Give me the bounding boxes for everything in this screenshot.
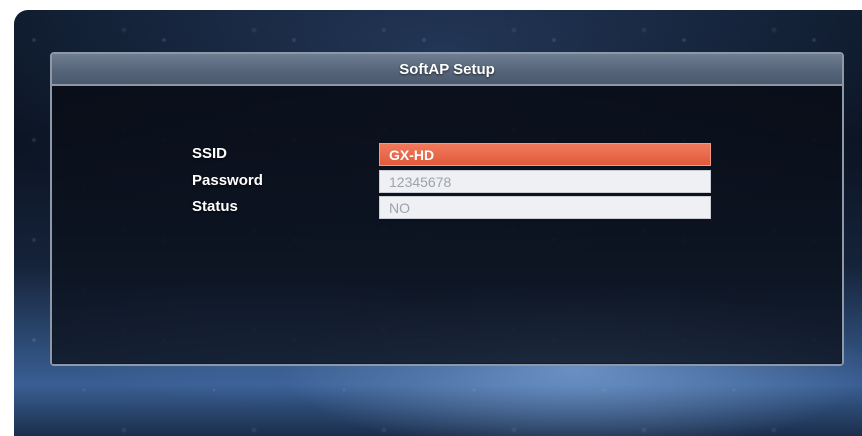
tv-screen: SoftAP Setup SSID GX-HD Password 1234567… — [14, 10, 862, 436]
status-label: Status — [192, 198, 238, 215]
dialog-title: SoftAP Setup — [399, 60, 495, 78]
dialog-content: SSID GX-HD Password 12345678 Status NO — [52, 86, 842, 364]
dialog-title-bar: SoftAP Setup — [52, 54, 842, 86]
setting-row-status[interactable]: Status NO — [192, 196, 712, 220]
ssid-label: SSID — [192, 145, 228, 162]
softap-setup-dialog: SoftAP Setup SSID GX-HD Password 1234567… — [50, 52, 844, 366]
setting-row-password[interactable]: Password 12345678 — [192, 170, 712, 194]
ssid-field[interactable]: GX-HD — [379, 143, 711, 166]
status-field[interactable]: NO — [379, 196, 711, 219]
setting-row-ssid[interactable]: SSID GX-HD — [192, 143, 712, 167]
password-field[interactable]: 12345678 — [379, 170, 711, 193]
password-label: Password — [192, 172, 263, 189]
